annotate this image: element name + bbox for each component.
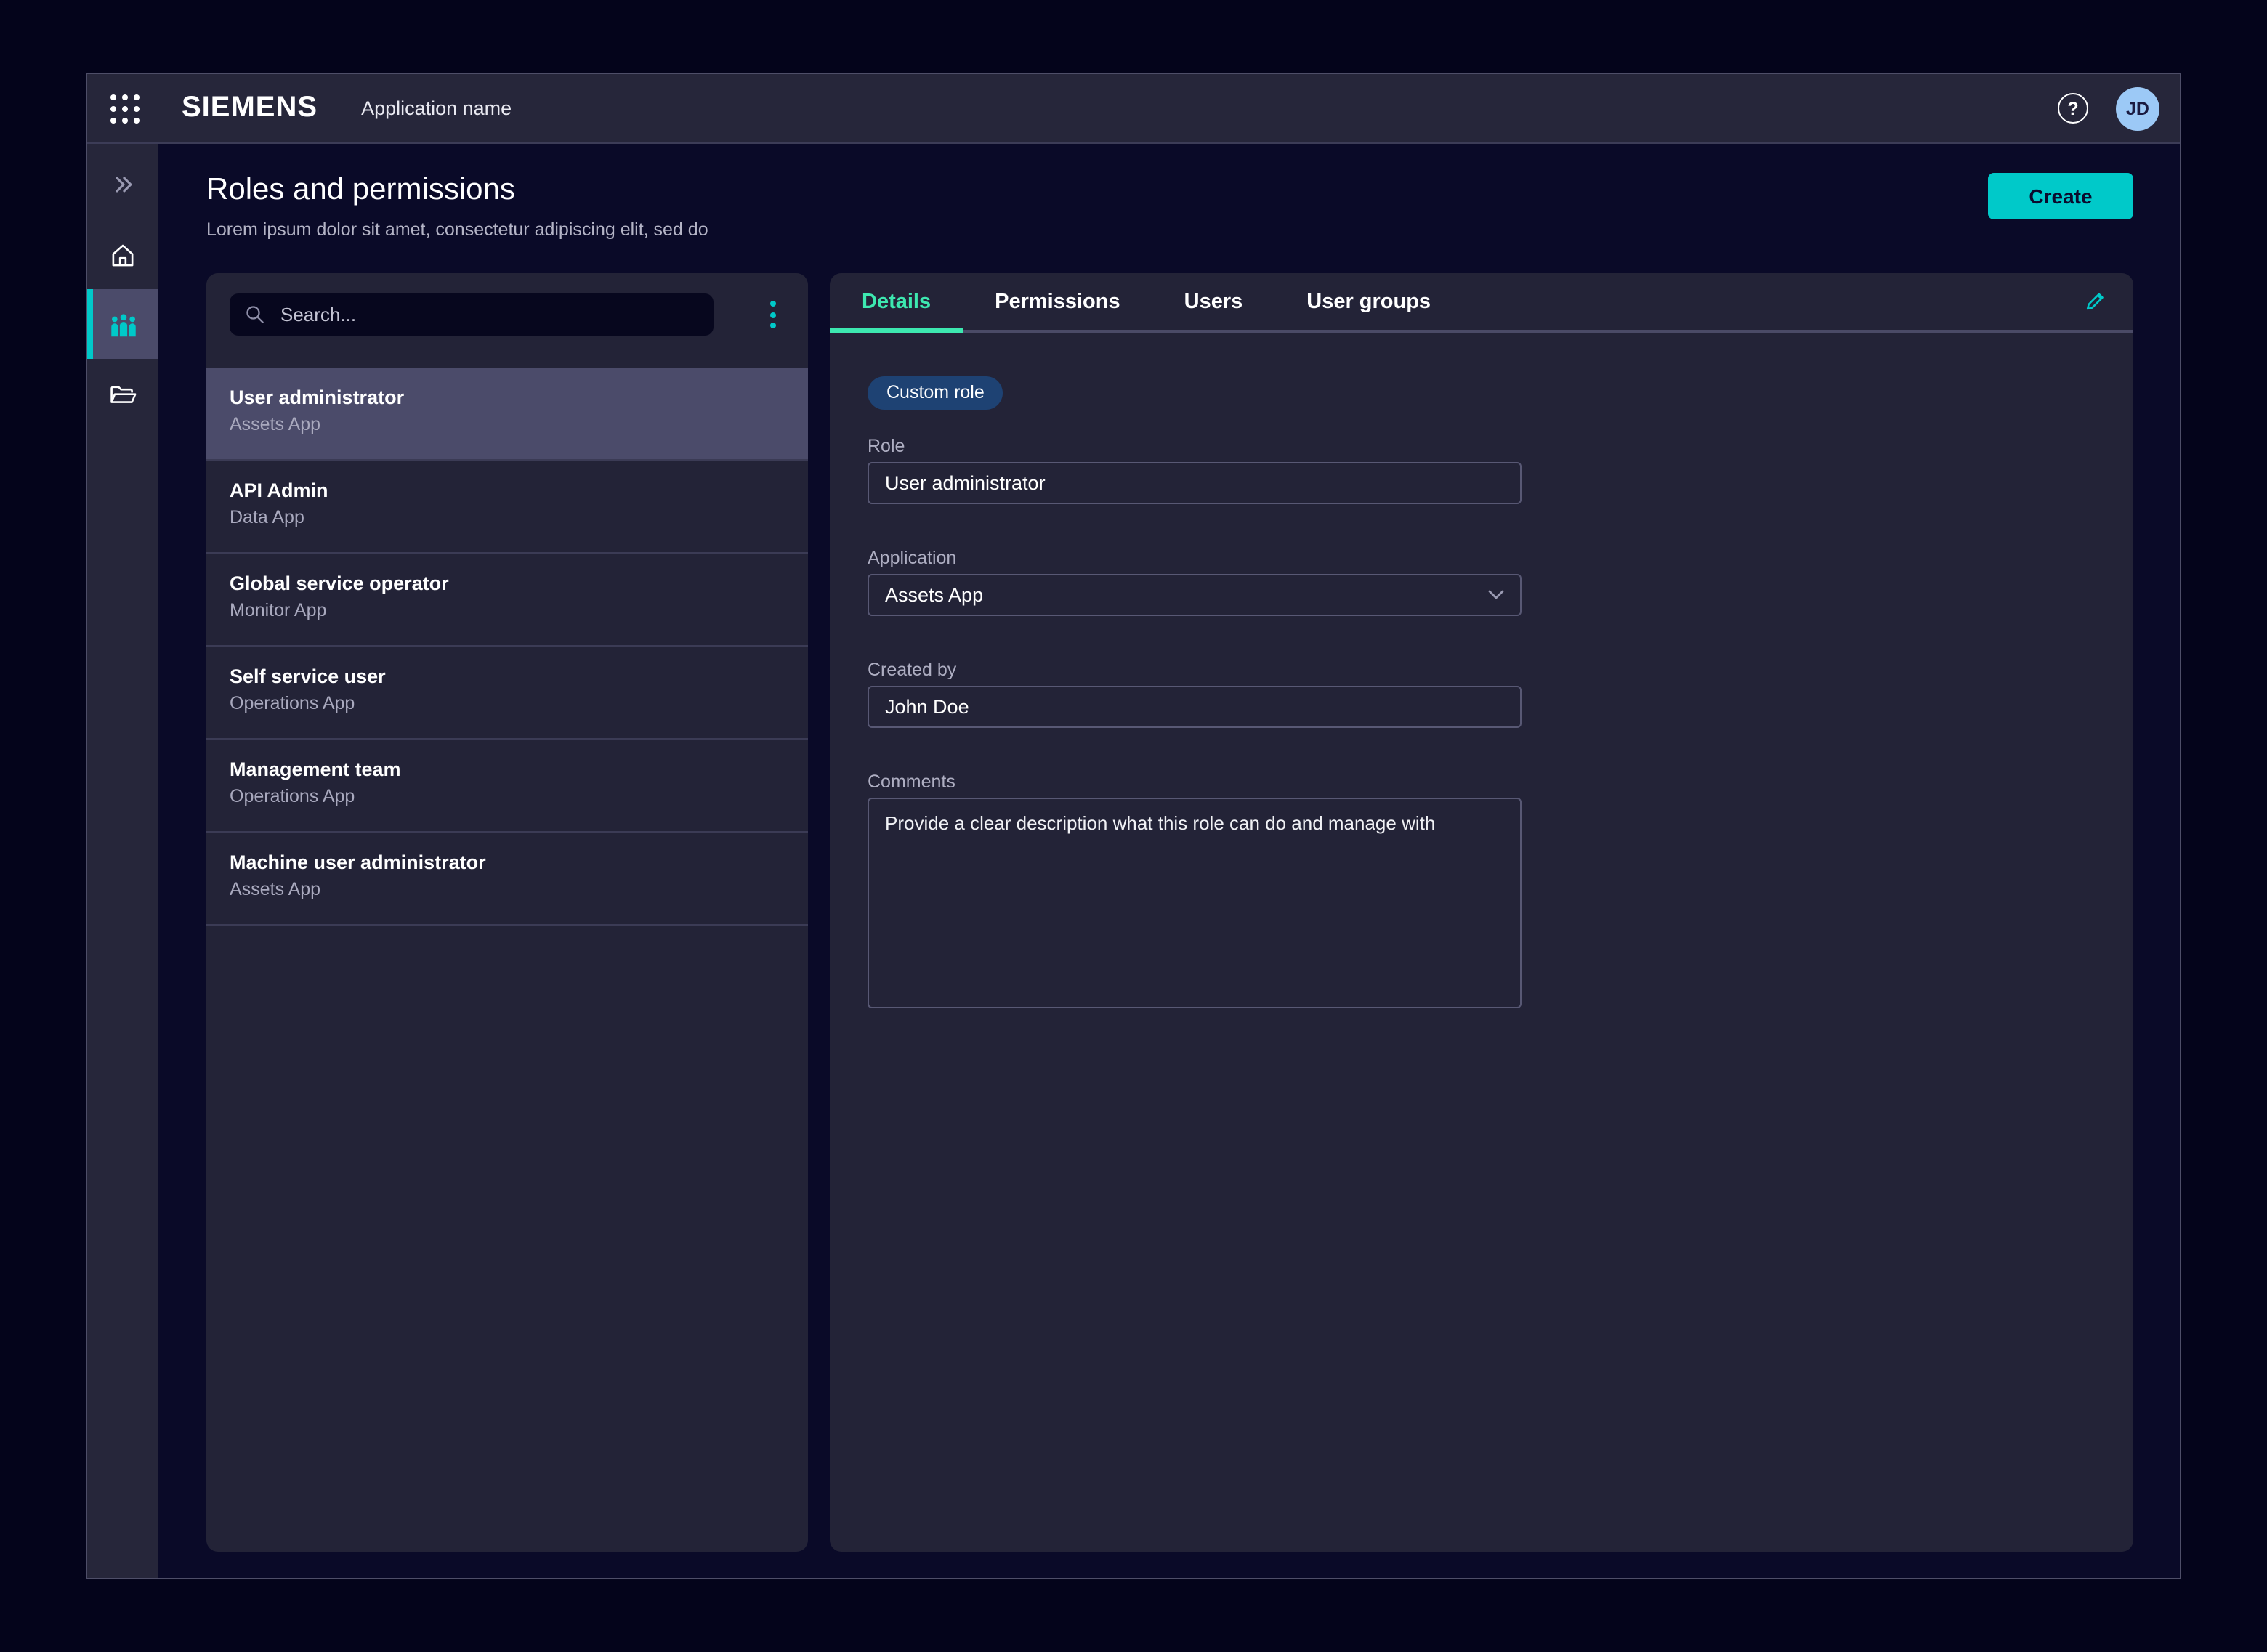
pencil-icon (2082, 289, 2107, 314)
comments-label: Comments (868, 772, 2096, 792)
avatar[interactable]: JD (2116, 86, 2159, 130)
search-box[interactable] (230, 293, 714, 336)
grid-dot (122, 94, 128, 100)
application-select-value: Assets App (885, 584, 983, 606)
app-window: SIEMENS Application name ? JD (86, 73, 2181, 1579)
role-list-item-machine-user-administrator[interactable]: Machine user administrator Assets App (206, 833, 808, 926)
kebab-dot (770, 312, 776, 317)
panels: User administrator Assets App API Admin … (206, 273, 2133, 1552)
application-name: Application name (361, 97, 512, 119)
role-item-title: Global service operator (230, 572, 785, 594)
created-by-input[interactable] (868, 686, 1522, 728)
role-item-subtitle: Operations App (230, 786, 785, 806)
page-subtitle: Lorem ipsum dolor sit amet, consectetur … (206, 221, 708, 240)
role-item-title: User administrator (230, 386, 785, 408)
custom-role-badge: Custom role (868, 376, 1003, 410)
users-icon (107, 309, 139, 339)
folder-icon (108, 378, 138, 409)
role-detail-panel: Details Permissions Users User groups Cu… (830, 273, 2133, 1552)
role-item-subtitle: Assets App (230, 879, 785, 899)
list-menu-button[interactable] (766, 296, 780, 333)
kebab-dot (770, 323, 776, 328)
search-input[interactable] (278, 302, 699, 327)
app-launcher-button[interactable] (110, 94, 140, 123)
sidebar-expand-button[interactable] (87, 150, 158, 219)
search-icon (244, 304, 266, 325)
role-input[interactable] (868, 462, 1522, 504)
tab-user-groups[interactable]: User groups (1274, 273, 1463, 330)
role-item-subtitle: Monitor App (230, 600, 785, 620)
main-content: Roles and permissions Lorem ipsum dolor … (158, 144, 2180, 1578)
role-list-item-global-service-operator[interactable]: Global service operator Monitor App (206, 554, 808, 647)
help-button[interactable]: ? (2058, 93, 2088, 124)
tab-users[interactable]: Users (1152, 273, 1275, 330)
role-item-title: Management team (230, 758, 785, 780)
desktop: SIEMENS Application name ? JD (0, 0, 2267, 1652)
tab-bar: Details Permissions Users User groups (830, 273, 2133, 333)
grid-dot (134, 105, 140, 111)
role-detail-form: Custom role Role Application Assets App … (830, 333, 2133, 1008)
created-by-label: Created by (868, 660, 2096, 680)
grid-dot (110, 105, 116, 111)
role-list-item-management-team[interactable]: Management team Operations App (206, 740, 808, 833)
siemens-logo: SIEMENS (182, 92, 318, 125)
sidebar-item-folder[interactable] (87, 359, 158, 429)
role-list: User administrator Assets App API Admin … (206, 368, 808, 926)
role-item-title: Machine user administrator (230, 851, 785, 873)
application-select[interactable]: Assets App (868, 574, 1522, 616)
create-button[interactable]: Create (1988, 173, 2133, 219)
role-list-item-api-admin[interactable]: API Admin Data App (206, 461, 808, 554)
grid-dot (122, 105, 128, 111)
comments-textarea[interactable]: Provide a clear description what this ro… (868, 798, 1522, 1008)
grid-dot (122, 117, 128, 123)
question-mark-icon: ? (2067, 98, 2078, 118)
tab-permissions[interactable]: Permissions (963, 273, 1152, 330)
chevron-down-icon (1488, 590, 1504, 600)
page-header: Roles and permissions Lorem ipsum dolor … (206, 173, 2133, 240)
role-item-title: API Admin (230, 479, 785, 501)
role-item-title: Self service user (230, 665, 785, 687)
chevron-double-right-icon (110, 171, 136, 198)
application-label: Application (868, 548, 2096, 568)
grid-dot (134, 94, 140, 100)
kebab-dot (770, 301, 776, 307)
role-item-subtitle: Operations App (230, 693, 785, 713)
role-label: Role (868, 436, 2096, 456)
page-title: Roles and permissions (206, 173, 708, 208)
role-list-item-user-administrator[interactable]: User administrator Assets App (206, 368, 808, 461)
grid-dot (110, 94, 116, 100)
list-toolbar (206, 273, 808, 336)
grid-dot (134, 117, 140, 123)
home-icon (108, 239, 138, 270)
sidebar-item-users[interactable] (87, 289, 158, 359)
sidebar (87, 144, 158, 1578)
window-body: Roles and permissions Lorem ipsum dolor … (87, 144, 2180, 1578)
tab-details[interactable]: Details (830, 273, 963, 330)
edit-button[interactable] (2078, 285, 2112, 318)
app-header: SIEMENS Application name ? JD (87, 74, 2180, 144)
role-item-subtitle: Assets App (230, 414, 785, 434)
roles-list-panel: User administrator Assets App API Admin … (206, 273, 808, 1552)
sidebar-item-home[interactable] (87, 219, 158, 289)
role-item-subtitle: Data App (230, 507, 785, 527)
role-list-item-self-service-user[interactable]: Self service user Operations App (206, 647, 808, 740)
grid-dot (110, 117, 116, 123)
